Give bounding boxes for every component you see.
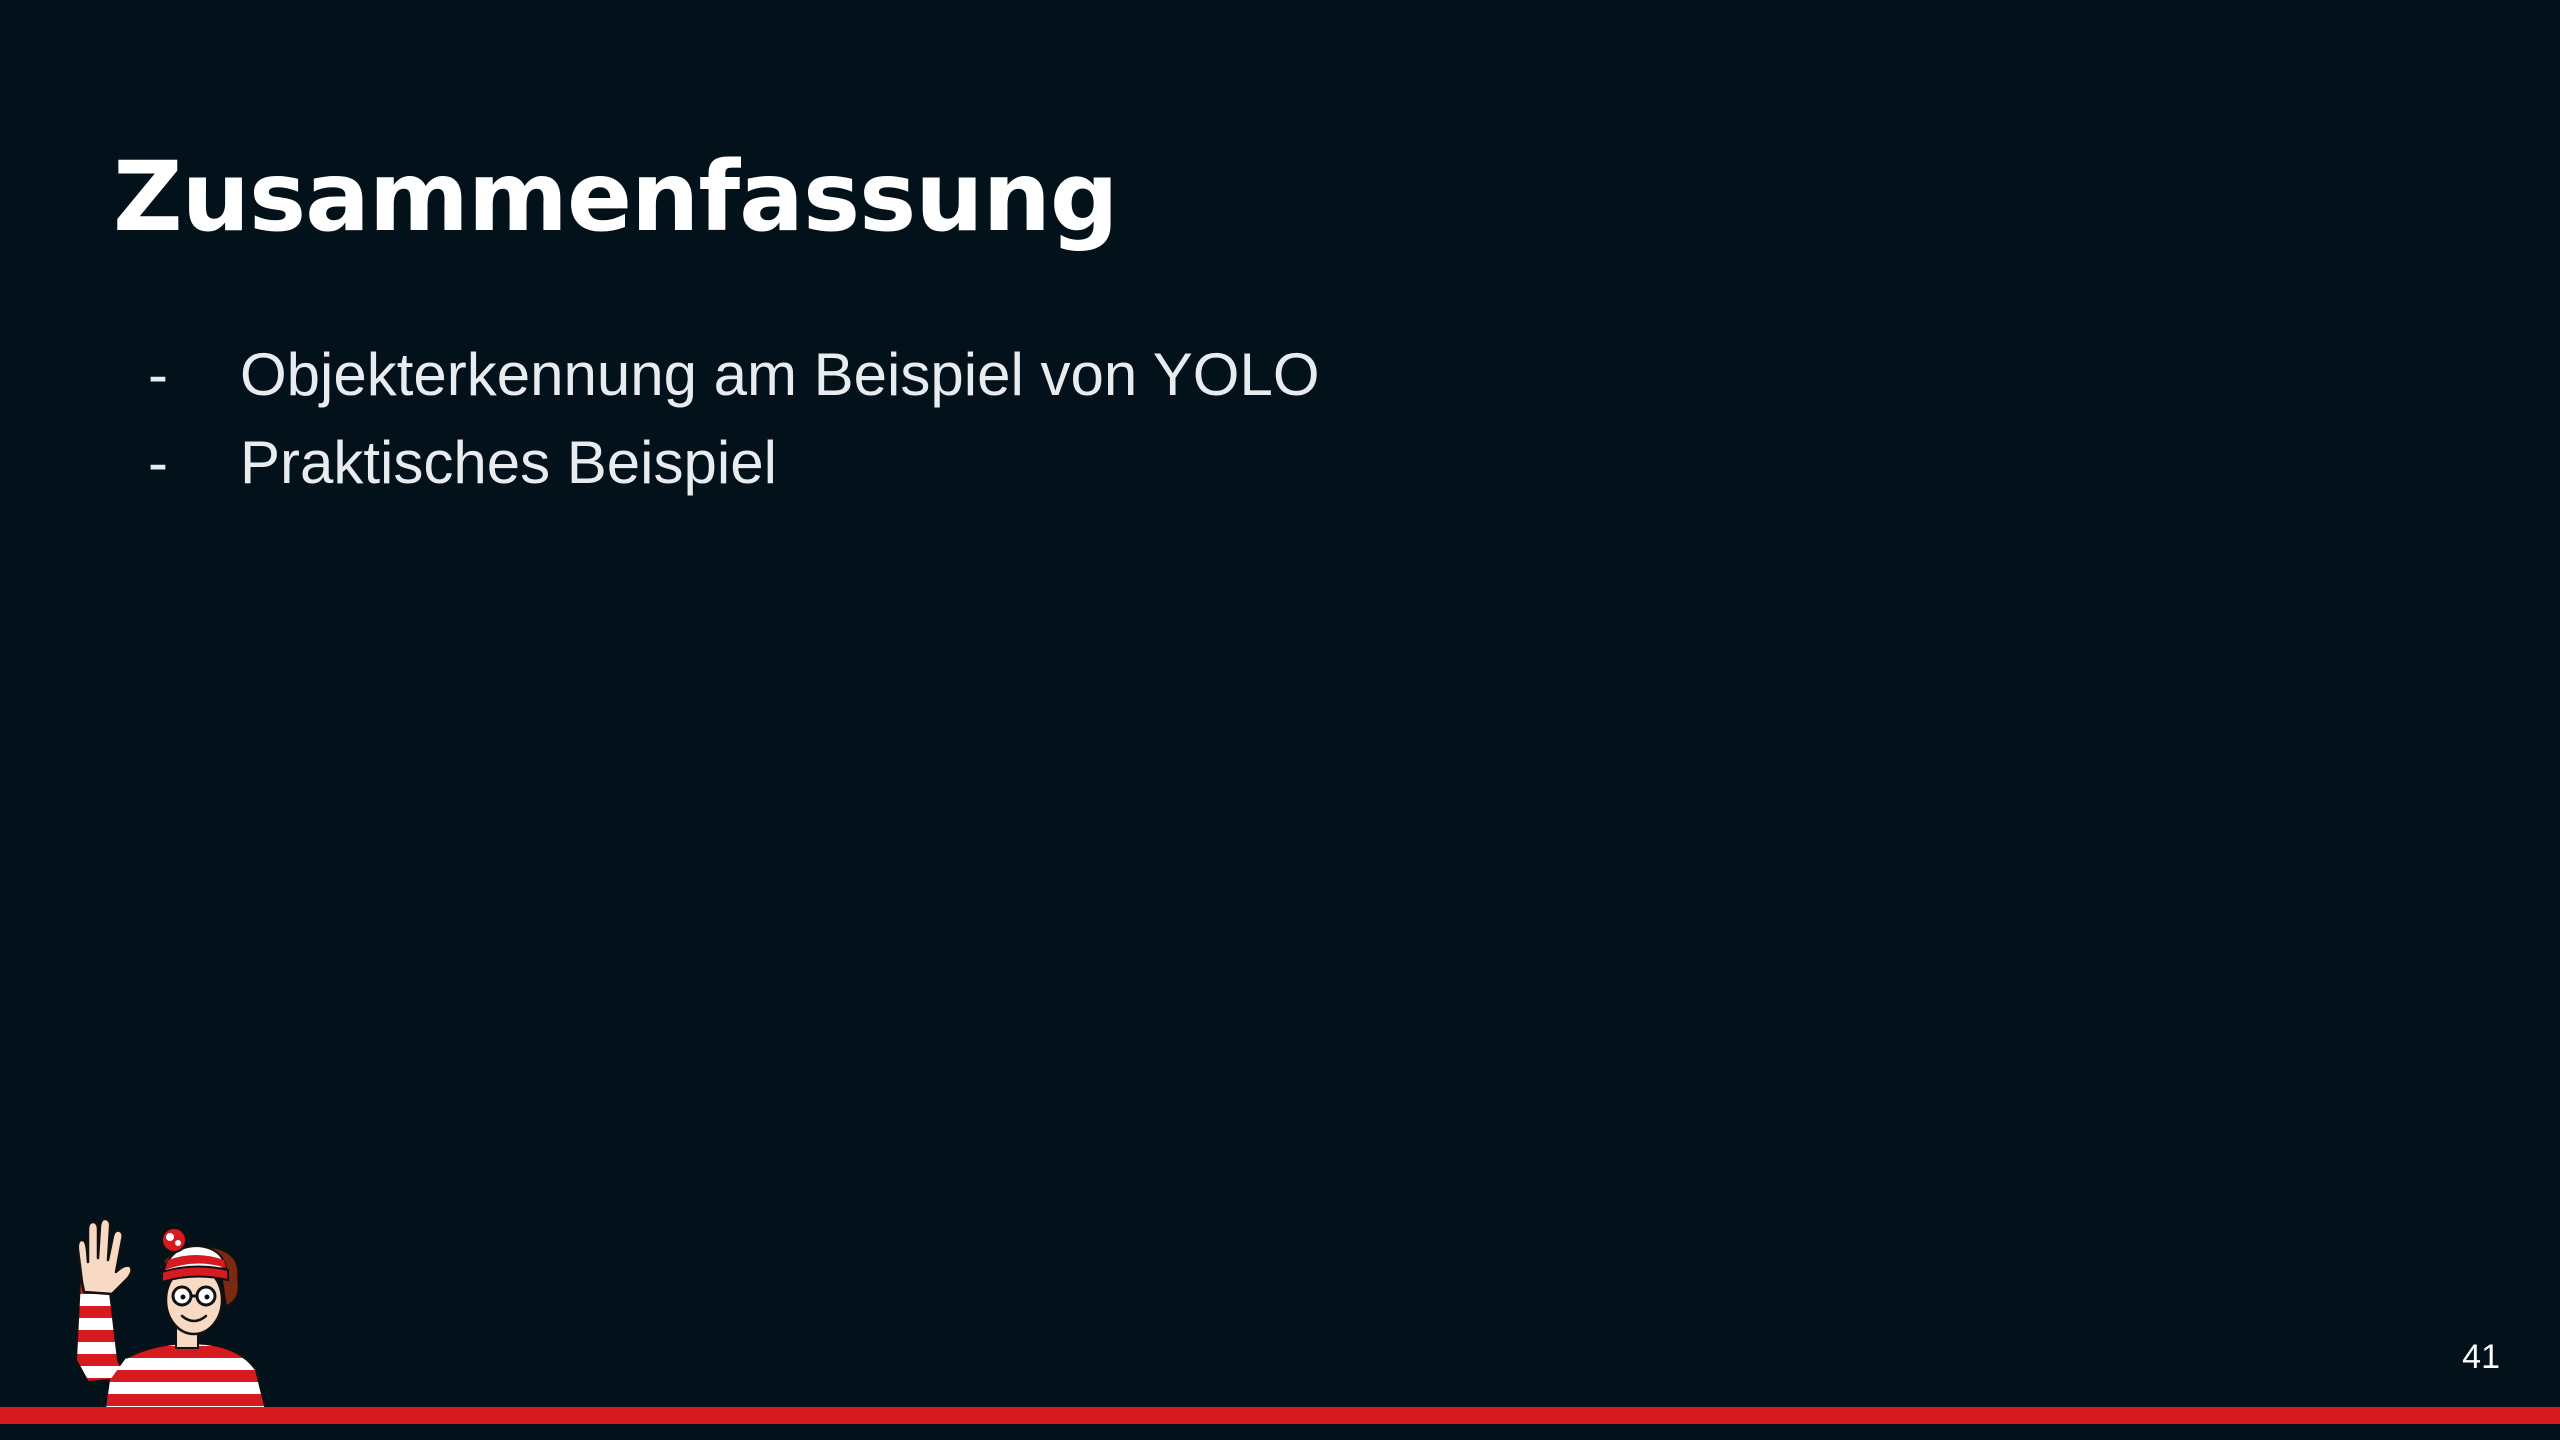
accent-bar xyxy=(0,1407,2560,1424)
bullet-text: Praktisches Beispiel xyxy=(240,429,777,496)
slide-title: Zusammenfassung xyxy=(113,141,1119,253)
bullet-text: Objekterkennung am Beispiel von YOLO xyxy=(240,341,1320,408)
bullet-marker: - xyxy=(148,341,168,408)
bullet-list: - Objekterkennung am Beispiel von YOLO -… xyxy=(148,340,1320,516)
waving-waldo-icon xyxy=(74,1217,267,1410)
slide: Zusammenfassung - Objekterkennung am Bei… xyxy=(0,0,2560,1440)
bullet-item: - Praktisches Beispiel xyxy=(148,428,1320,516)
bullet-item: - Objekterkennung am Beispiel von YOLO xyxy=(148,340,1320,428)
page-number: 41 xyxy=(2462,1338,2500,1376)
bullet-marker: - xyxy=(148,429,168,496)
